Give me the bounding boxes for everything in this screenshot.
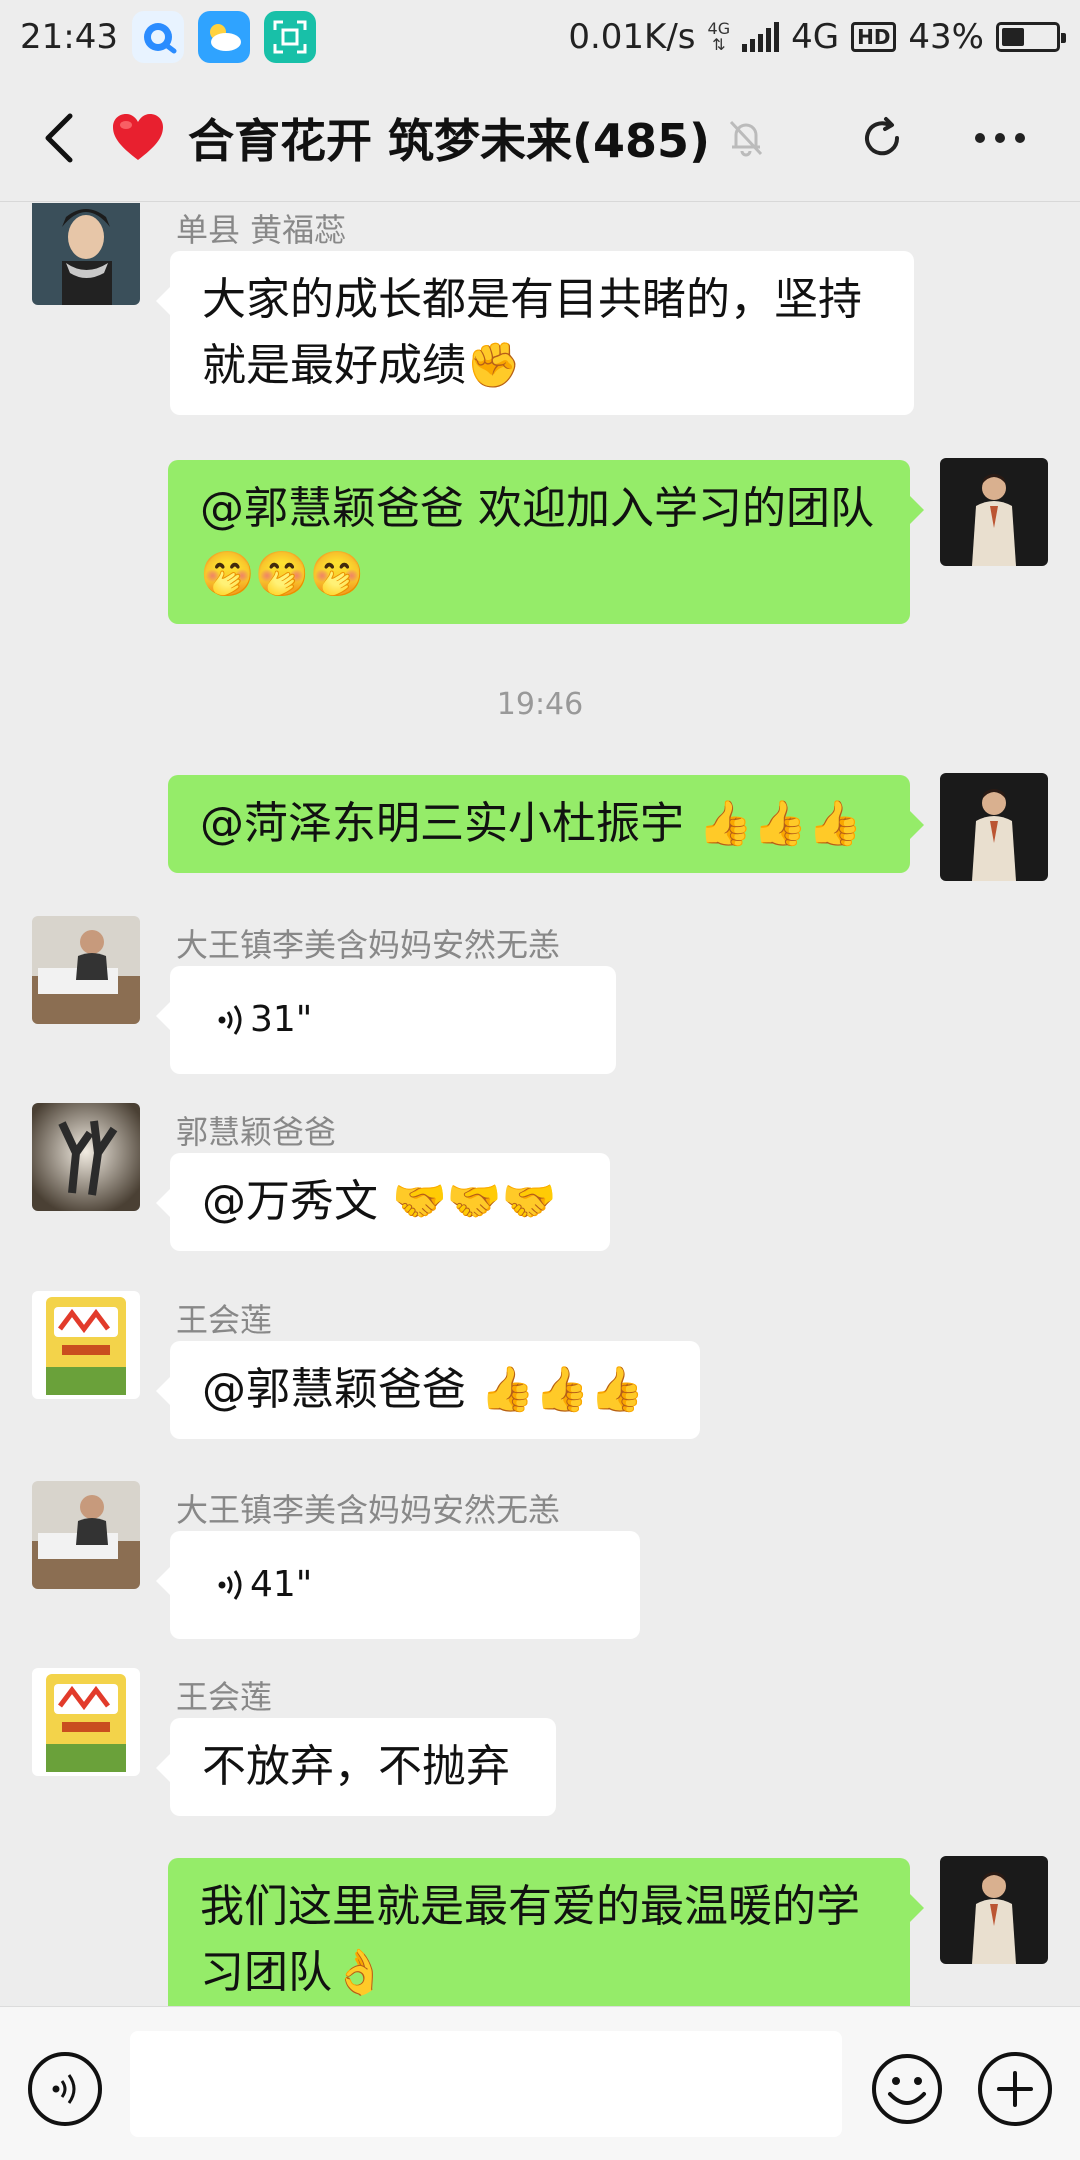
ok-hand-emoji: 👌 — [332, 1947, 387, 1998]
message-text: 大家的成长都是有目共睹的，坚持就是最好成绩 — [202, 274, 862, 391]
status-time: 21:43 — [20, 17, 118, 57]
message-list[interactable]: 单县 黄福蕊 大家的成长都是有目共睹的，坚持就是最好成绩✊ @郭慧颖爸爸 欢迎加… — [0, 203, 1080, 2006]
sender-name: 单县 黄福蕊 — [176, 211, 347, 249]
voice-message-bubble[interactable]: 31" — [156, 966, 616, 1074]
sender-name: 大王镇李美含妈妈安然无恙 — [176, 1491, 561, 1529]
message-bubble[interactable]: @郭慧颖爸爸 欢迎加入学习的团队 🤭🤭🤭 — [168, 460, 924, 624]
message-bubble[interactable]: @万秀文 🤝🤝🤝 — [156, 1153, 610, 1251]
avatar[interactable] — [32, 1481, 140, 1589]
message-bubble[interactable]: 我们这里就是最有爱的最温暖的学习团队👌 — [168, 1858, 924, 2006]
thumbs-up-emoji: 👍👍👍 — [698, 798, 863, 849]
refresh-icon — [865, 116, 900, 155]
chat-title: 合育花开 筑梦未来(485) — [188, 113, 711, 168]
voice-wave-icon — [218, 1570, 242, 1600]
emoji-button[interactable] — [870, 2052, 944, 2126]
voice-icon — [52, 2074, 76, 2104]
message-text: 不放弃，不抛弃 — [202, 1741, 510, 1792]
battery-fill — [1002, 28, 1025, 46]
scan-app-icon — [263, 11, 316, 63]
status-bar: 21:43 0.01K/s 4G ⇅ 4G HD 43% — [0, 0, 1080, 74]
status-right: 0.01K/s 4G ⇅ 4G HD 43% — [568, 17, 1066, 57]
avatar[interactable] — [32, 1103, 140, 1211]
message-text: @万秀文 — [202, 1176, 392, 1227]
back-arrow-icon — [45, 113, 73, 162]
refresh-button[interactable] — [842, 98, 922, 178]
chat-header: 合育花开 筑梦未来(485) — [0, 74, 1080, 202]
fist-emoji: ✊ — [466, 340, 521, 391]
voice-wave-icon — [218, 1005, 242, 1035]
avatar[interactable] — [940, 1856, 1048, 1964]
message-text: @郭慧颖爸爸 — [202, 1364, 480, 1415]
sender-name: 大王镇李美含妈妈安然无恙 — [176, 926, 561, 964]
message-text: @菏泽东明三实小杜振宇 — [200, 798, 698, 849]
voice-message: 31" — [216, 987, 584, 1053]
thumbs-up-emoji: 👍👍👍 — [480, 1364, 645, 1415]
avatar[interactable] — [32, 203, 140, 305]
sender-name: 郭慧颖爸爸 — [176, 1113, 337, 1151]
avatar[interactable] — [940, 773, 1048, 881]
voice-input-button[interactable] — [28, 2052, 102, 2126]
battery-percent: 43% — [908, 17, 984, 57]
time-divider: 19:46 — [496, 687, 584, 722]
message-text: @郭慧颖爸爸 欢迎加入学习的团队 — [200, 483, 874, 534]
more-functions-button[interactable] — [978, 2052, 1052, 2126]
data-activity-icon: 4G ⇅ — [707, 19, 731, 54]
status-left: 21:43 — [20, 11, 316, 63]
network-label: 4G — [791, 17, 840, 57]
message-input[interactable] — [130, 2031, 842, 2137]
message-bubble[interactable]: @郭慧颖爸爸 👍👍👍 — [156, 1341, 700, 1439]
weather-app-icon — [197, 11, 250, 63]
avatar[interactable] — [32, 1291, 140, 1399]
hd-badge: HD — [851, 22, 897, 52]
avatar[interactable] — [940, 458, 1048, 566]
message-bubble[interactable]: 不放弃，不抛弃 — [156, 1718, 556, 1816]
battery-icon — [996, 22, 1066, 52]
voice-duration: 31" — [250, 999, 313, 1040]
hugging-face-emoji: 🤭🤭🤭 — [200, 549, 365, 600]
back-button[interactable] — [10, 88, 110, 188]
voice-message: 41" — [216, 1552, 608, 1618]
sender-name: 王会莲 — [176, 1301, 273, 1339]
avatar[interactable] — [32, 916, 140, 1024]
emoji-icon — [872, 2054, 942, 2124]
handshake-emoji: 🤝🤝🤝 — [392, 1176, 557, 1227]
voice-duration: 41" — [250, 1564, 313, 1605]
more-dots-icon — [975, 132, 1025, 143]
bell-off-icon — [726, 118, 766, 158]
more-button[interactable] — [960, 98, 1040, 178]
avatar[interactable] — [32, 1668, 140, 1776]
message-text: 我们这里就是最有爱的最温暖的学习团队 — [200, 1881, 860, 1998]
sender-name: 王会莲 — [176, 1678, 273, 1716]
plus-icon — [997, 2071, 1033, 2107]
input-bar — [0, 2006, 1080, 2160]
net-speed: 0.01K/s — [568, 17, 696, 57]
browser-app-icon — [131, 11, 184, 63]
signal-icon — [742, 22, 780, 52]
message-bubble[interactable]: @菏泽东明三实小杜振宇 👍👍👍 — [168, 775, 924, 873]
message-bubble[interactable]: 大家的成长都是有目共睹的，坚持就是最好成绩✊ — [156, 251, 914, 415]
heart-icon — [110, 110, 166, 166]
voice-message-bubble[interactable]: 41" — [156, 1531, 640, 1639]
